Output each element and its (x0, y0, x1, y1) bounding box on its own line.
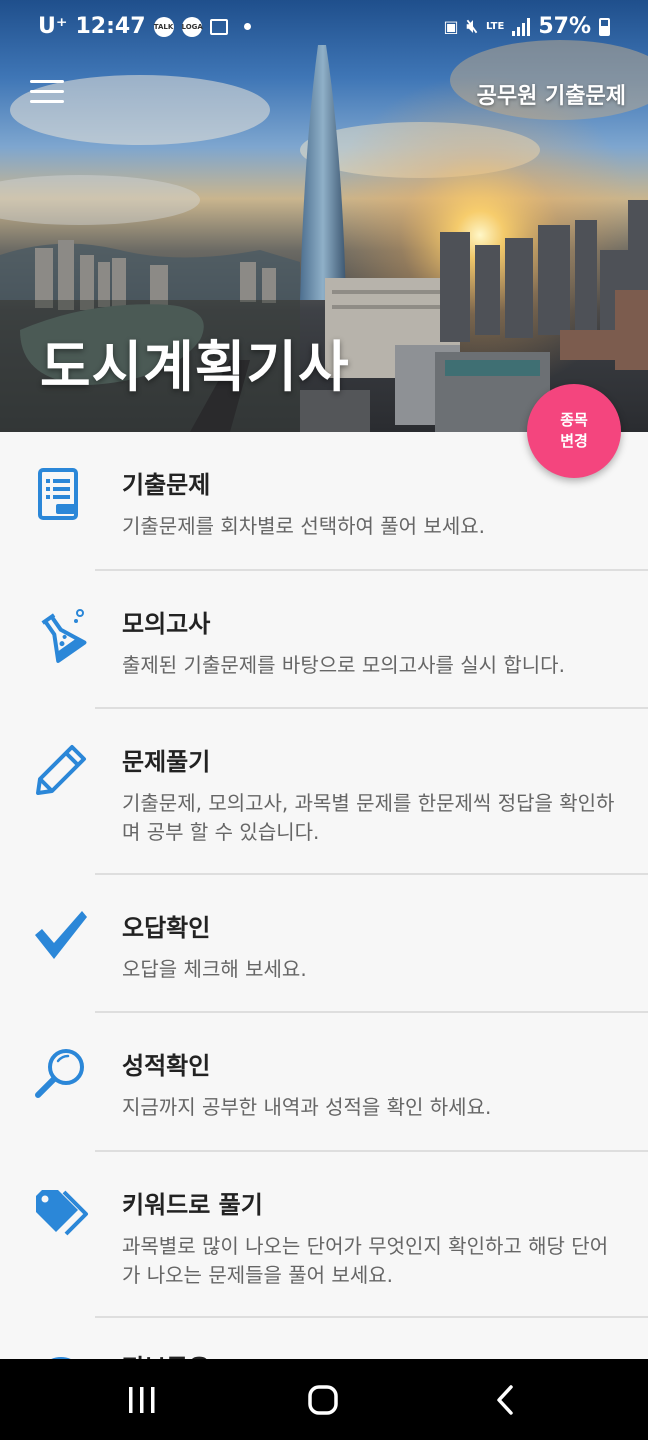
signal-icon (512, 17, 531, 36)
menu-item-desc: 지금까지 공부한 내역과 성적을 확인 하세요. (122, 1095, 492, 1119)
menu-item-desc: 출제된 기출문제를 바탕으로 모의고사를 실시 합니다. (122, 653, 565, 677)
battery-icon (599, 17, 610, 36)
system-navigation-bar (0, 1359, 648, 1440)
menu-item-title: 오답확인 (122, 914, 211, 942)
menu-item-desc: 오답을 체크해 보세요. (122, 957, 307, 981)
kakaotalk-icon: TALK (153, 16, 174, 37)
menu-item-mock-exam[interactable]: 모의고사 출제된 기출문제를 바탕으로 모의고사를 실시 합니다. (0, 571, 648, 708)
menu-item-info-share[interactable]: 정보공유 (0, 1318, 648, 1359)
checkmark-icon (35, 911, 87, 959)
loga-icon: LOGA (181, 16, 203, 37)
menu-item-keyword-solve[interactable]: 키워드로 풀기 과목별로 많이 나오는 단어가 무엇인지 확인하고 해당 단어가… (0, 1152, 648, 1316)
menu-item-title: 정보공유 (122, 1348, 210, 1359)
battery-percent: 57% (538, 14, 591, 39)
menu-item-wrong-answers[interactable]: 오답확인 오답을 체크해 보세요. (0, 875, 648, 1011)
menu-item-title: 모의고사 (122, 610, 211, 638)
menu-item-scores[interactable]: 성적확인 지금까지 공부한 내역과 성적을 확인 하세요. (0, 1013, 648, 1150)
hamburger-menu-icon[interactable] (30, 80, 64, 106)
back-icon[interactable] (460, 1359, 550, 1440)
change-subject-line1: 종목 (560, 411, 588, 429)
notification-dot-icon (243, 23, 251, 30)
pencil-icon (36, 745, 86, 795)
clock: 12:47 (75, 14, 146, 39)
menu-item-title: 키워드로 풀기 (122, 1191, 263, 1219)
document-icon (38, 468, 78, 520)
menu-item-title: 문제풀기 (122, 748, 211, 776)
network-type-label: LTE (485, 21, 505, 32)
tag-icon (36, 1190, 88, 1236)
menu-item-desc: 기출문제를 회차별로 선택하여 풀어 보세요. (122, 514, 485, 538)
certification-title: 도시계획기사 (40, 335, 350, 399)
app-title: 공무원 기출문제 (476, 84, 626, 109)
carrier-label: U⁺ (38, 14, 68, 39)
recent-apps-icon[interactable] (97, 1359, 187, 1440)
menu-item-title: 기출문제 (122, 471, 211, 499)
menu-item-desc: 기출문제, 모의고사, 과목별 문제를 한문제씩 정답을 확인하며 공부 할 수… (122, 791, 615, 844)
flask-icon (41, 609, 87, 663)
hero-banner: U⁺ 12:47 TALK LOGA ▣ 🔇︎ LTE 57% 공무원 기출문제… (0, 0, 648, 432)
home-icon[interactable] (278, 1359, 368, 1440)
menu-item-desc: 과목별로 많이 나오는 단어가 무엇인지 확인하고 해당 단어가 나오는 문제들… (122, 1234, 609, 1287)
magnifier-icon (35, 1049, 84, 1098)
battery-saver-icon: ▣ (443, 17, 459, 36)
menu-item-title: 성적확인 (122, 1052, 211, 1080)
status-bar: U⁺ 12:47 TALK LOGA ▣ 🔇︎ LTE 57% (0, 0, 648, 56)
menu-item-solve-problems[interactable]: 문제풀기 기출문제, 모의고사, 과목별 문제를 한문제씩 정답을 확인하며 공… (0, 709, 648, 873)
info-icon (51, 1357, 71, 1359)
gallery-icon (209, 18, 228, 35)
change-subject-line2: 변경 (560, 432, 588, 450)
change-subject-button[interactable]: 종목 변경 (527, 384, 621, 478)
mute-icon: 🔇︎ (466, 16, 478, 37)
